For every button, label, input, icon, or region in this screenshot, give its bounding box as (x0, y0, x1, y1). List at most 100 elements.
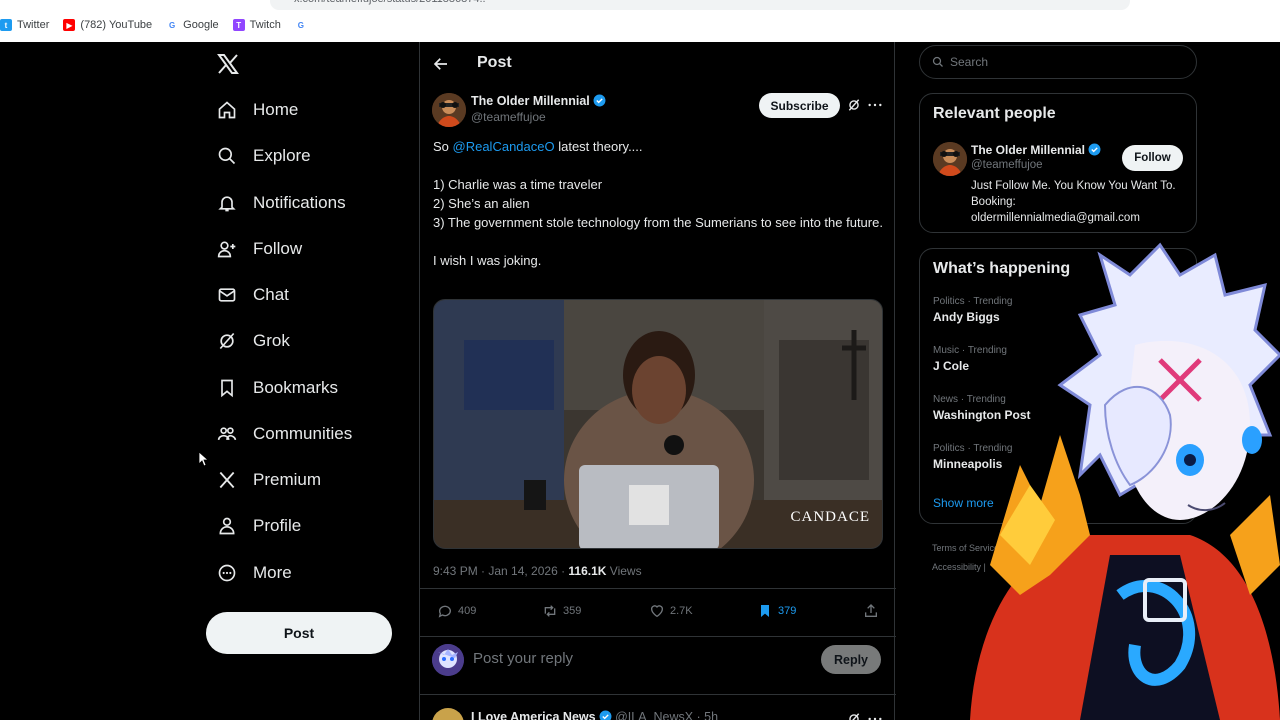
author-name[interactable]: The Older Millennial (471, 94, 606, 108)
nav-label: More (253, 563, 292, 582)
next-author-name[interactable]: I Love America News @ILA_NewsX · 5h (471, 710, 718, 720)
person-icon (216, 515, 238, 537)
bookmark-twitch[interactable]: T Twitch (232, 19, 281, 31)
home-icon (216, 99, 238, 121)
nav-label: Follow (253, 239, 303, 258)
post-text: So @RealCandaceO latest theory.... 1) Ch… (433, 137, 883, 270)
x-logo-icon[interactable] (216, 52, 240, 76)
nav-label: Premium (253, 470, 322, 489)
reply-button[interactable]: Reply (821, 645, 881, 674)
nav-chat[interactable]: Chat (216, 280, 289, 310)
more-circle-icon (216, 562, 238, 584)
nav-communities[interactable]: Communities (216, 419, 352, 449)
back-arrow-icon[interactable] (432, 55, 450, 73)
more-options-icon[interactable] (867, 712, 883, 720)
post-text-line: 2) She’s an alien (433, 196, 530, 211)
nav-label: Notifications (253, 193, 346, 212)
repost-count: 359 (563, 605, 582, 617)
bookmark-twitter[interactable]: t Twitter (0, 19, 49, 31)
nav-label: Grok (253, 331, 290, 350)
mention-link[interactable]: @RealCandaceO (453, 139, 555, 154)
next-author-name-text: I Love America News (471, 710, 596, 720)
verified-badge-icon (593, 94, 606, 107)
nav-explore[interactable]: Explore (216, 141, 311, 171)
author-avatar[interactable] (432, 93, 466, 127)
page-title: Post (477, 54, 512, 71)
nav-label: Home (253, 100, 299, 119)
share-action[interactable] (863, 603, 884, 619)
nav-label: Chat (253, 285, 289, 304)
nav-label: Communities (253, 424, 353, 443)
bookmarks-bar: t Twitter ▶ (782) YouTube G Google T Twi… (0, 16, 326, 34)
twitch-icon: T (232, 19, 245, 31)
grok-icon (216, 330, 238, 352)
nav-more[interactable]: More (216, 558, 292, 588)
nav-label: Explore (253, 146, 311, 165)
search-input[interactable] (950, 55, 1170, 69)
post-detail: Post The Older Millennial @teameffujoe S… (419, 42, 896, 720)
bookmark-label: Google (183, 19, 219, 31)
verified-badge-icon (599, 710, 612, 720)
bookmark-label: Twitter (17, 19, 50, 31)
search-icon (216, 145, 238, 167)
bookmark-google[interactable]: G Google (166, 19, 219, 31)
repost-action[interactable]: 359 (542, 603, 581, 619)
nav-label: Bookmarks (253, 378, 339, 397)
author-handle[interactable]: @teameffujoe (471, 110, 546, 124)
bookmark-youtube[interactable]: ▶ (782) YouTube (63, 19, 152, 31)
relevant-person-handle[interactable]: @teameffujoe (971, 159, 1043, 171)
divider (420, 694, 896, 695)
heart-icon (651, 605, 663, 618)
youtube-icon: ▶ (63, 19, 76, 31)
google-icon: G (166, 19, 179, 31)
follow-button[interactable]: Follow (1122, 145, 1183, 171)
nav-bookmarks[interactable]: Bookmarks (216, 373, 338, 403)
reply-count: 409 (458, 605, 477, 617)
nav-profile[interactable]: Profile (216, 511, 301, 541)
subscribe-button[interactable]: Subscribe (759, 93, 840, 118)
nav-premium[interactable]: Premium (216, 465, 321, 495)
nav-label: Profile (253, 516, 302, 535)
grok-icon[interactable] (847, 98, 861, 112)
like-action[interactable]: 2.7K (649, 603, 693, 619)
relevant-person-name-text: The Older Millennial (971, 143, 1086, 157)
user-avatar[interactable] (432, 644, 464, 676)
panel-title: Relevant people (933, 105, 1056, 122)
post-video[interactable]: CANDACE (433, 299, 883, 549)
post-button[interactable]: Post (206, 612, 392, 654)
bookmark-action[interactable]: 379 (757, 603, 796, 619)
reply-icon (438, 605, 451, 618)
address-bar[interactable]: x.com/teameffujoe/status/2011886874.. (270, 0, 1130, 10)
post-metadata: 9:43 PM · Jan 14, 2026 · 116.1K Views (433, 564, 642, 578)
share-icon (865, 604, 877, 617)
reply-input[interactable]: Post your reply (473, 650, 573, 667)
more-options-icon[interactable] (867, 98, 883, 112)
bell-icon (216, 192, 238, 214)
post-timestamp[interactable]: 9:43 PM · Jan 14, 2026 · (433, 564, 568, 578)
bookmark-google-2[interactable]: G (294, 19, 312, 31)
relevant-person-avatar[interactable] (933, 142, 967, 176)
divider (420, 588, 896, 589)
next-author-avatar[interactable] (432, 708, 464, 720)
divider (420, 636, 896, 637)
browser-toolbar: x.com/teameffujoe/status/2011886874.. t … (0, 0, 1280, 42)
nav-notifications[interactable]: Notifications (216, 188, 346, 218)
bookmark-icon (216, 377, 238, 399)
communities-icon (216, 423, 238, 445)
reply-action[interactable]: 409 (437, 603, 476, 619)
add-person-icon (216, 238, 238, 260)
text-prefix: So (433, 139, 453, 154)
search-box[interactable] (919, 45, 1197, 79)
relevant-person-name[interactable]: The Older Millennial (971, 143, 1101, 157)
nav-follow[interactable]: Follow (216, 234, 302, 264)
views-count: 116.1K (568, 564, 607, 578)
post-text-line: I wish I was joking. (433, 253, 542, 268)
nav-home[interactable]: Home (216, 95, 298, 125)
next-author-handle: @ILA_NewsX · 5h (615, 710, 719, 720)
verified-badge-icon (1088, 143, 1101, 156)
bookmark-label: Twitch (249, 19, 281, 31)
author-name-text: The Older Millennial (471, 94, 590, 108)
nav-grok[interactable]: Grok (216, 326, 290, 356)
bookmark-filled-icon (761, 605, 769, 617)
grok-icon[interactable] (847, 712, 861, 720)
